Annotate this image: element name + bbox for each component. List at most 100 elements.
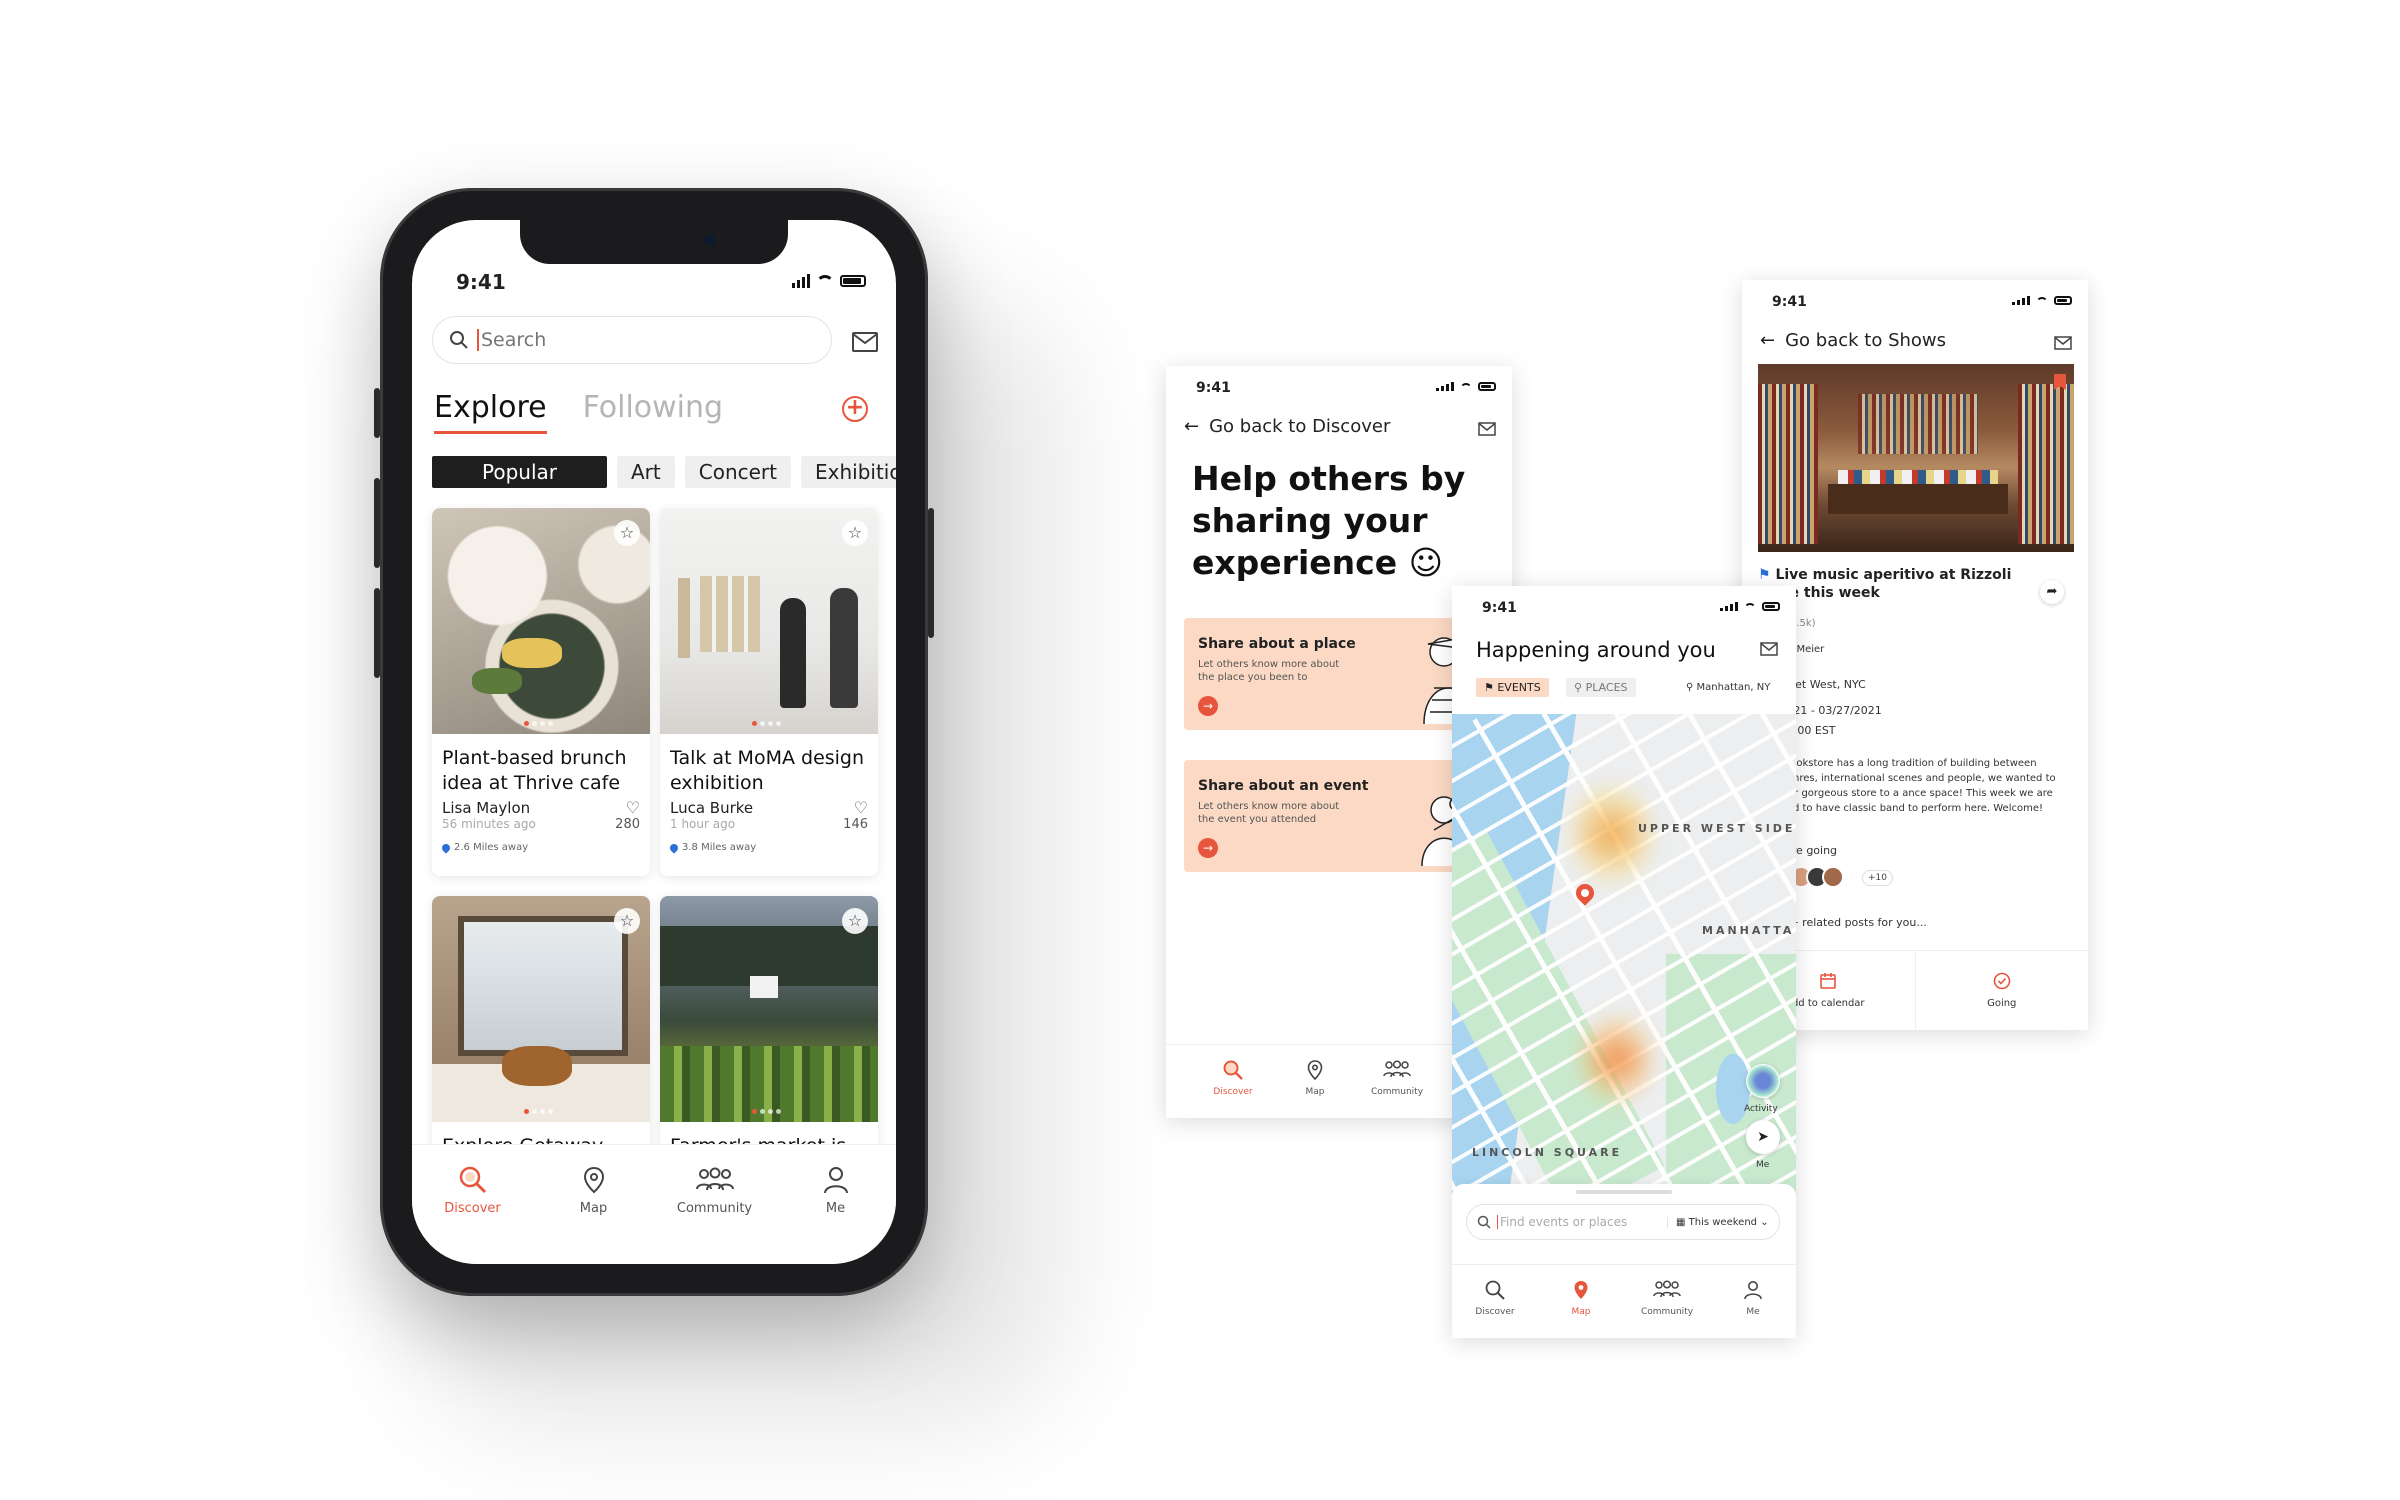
search-icon	[1477, 1215, 1491, 1229]
tab-label: Community	[676, 1201, 753, 1216]
visitor-shape	[780, 598, 806, 708]
avatar	[1822, 866, 1844, 888]
map-view[interactable]: UPPER WEST SIDE MANHATTA LINCOLN SQUARE …	[1452, 714, 1796, 1196]
date-filter-dropdown[interactable]: ▦ This weekend ⌄	[1667, 1216, 1769, 1228]
action-label: Going	[1987, 998, 2017, 1009]
post-title: Talk at MoMA design exhibition	[670, 747, 865, 794]
post-card[interactable]: ☆ Plant-based brunch idea at Thrive cafe…	[432, 508, 650, 876]
mail-icon[interactable]	[1478, 422, 1496, 436]
activity-layer-button[interactable]	[1746, 1064, 1780, 1098]
mute-switch	[374, 388, 380, 438]
tab-label: Discover	[1475, 1307, 1515, 1317]
tab-discover[interactable]: Discover	[1452, 1279, 1538, 1338]
filter-events[interactable]: ⚑ EVENTS	[1476, 678, 1549, 697]
status-time: 9:41	[1196, 380, 1231, 396]
chip-concert[interactable]: Concert	[684, 456, 791, 488]
feed-tabs: Explore Following	[434, 390, 723, 434]
heart-icon[interactable]: ♡	[854, 798, 868, 817]
tab-map[interactable]: Map	[1274, 1059, 1356, 1118]
map-label-lincoln-square: LINCOLN SQUARE	[1472, 1146, 1623, 1159]
post-image-farmers-market: ☆	[660, 896, 878, 1122]
sign-shape	[750, 976, 778, 998]
post-title: Plant-based brunch idea at Thrive cafe	[442, 747, 627, 794]
chevron-down-icon: ⌄	[1757, 1216, 1769, 1228]
battery-icon	[840, 275, 866, 287]
search-bar[interactable]	[432, 316, 832, 364]
back-link[interactable]: ← Go back to Discover	[1184, 416, 1390, 437]
tab-community[interactable]: Community	[670, 1165, 760, 1264]
post-author: Lisa Maylon	[442, 798, 531, 817]
star-icon[interactable]: ☆	[614, 520, 640, 546]
power-button	[928, 508, 934, 638]
location-pin-icon	[668, 841, 680, 854]
discover-screen: 9:41 Explore Following + Popular Art Con…	[412, 220, 896, 1264]
tab-map[interactable]: Map	[549, 1165, 639, 1264]
locate-me-button[interactable]: ➤	[1746, 1120, 1780, 1154]
share-card-description: Let others know more about the place you…	[1198, 659, 1340, 683]
tab-community[interactable]: Community	[1624, 1279, 1710, 1338]
like-count: 280	[615, 817, 640, 832]
heart-icon[interactable]: ♡	[626, 798, 640, 817]
map-pin-icon	[583, 1166, 604, 1194]
search-sheet: Find events or places ▦ This weekend ⌄	[1452, 1184, 1796, 1264]
location-label[interactable]: ⚲ Manhattan, NY	[1686, 682, 1770, 693]
search-icon	[450, 331, 468, 349]
going-button[interactable]: Going	[1914, 951, 2089, 1030]
egg-shape	[502, 638, 562, 668]
map-search-input[interactable]: Find events or places	[1497, 1215, 1667, 1229]
post-card[interactable]: ☆ Talk at MoMA design exhibition Luca Bu…	[660, 508, 878, 876]
star-icon[interactable]: ☆	[614, 908, 640, 934]
tab-label: Community	[1370, 1087, 1424, 1097]
arrow-right-icon[interactable]: →	[1198, 696, 1218, 716]
map-search-bar[interactable]: Find events or places ▦ This weekend ⌄	[1466, 1204, 1780, 1240]
signal-icon	[792, 274, 810, 288]
action-label: dd to calendar	[1791, 998, 1865, 1009]
tab-me[interactable]: Me	[791, 1165, 881, 1264]
tab-me[interactable]: Me	[1710, 1279, 1796, 1338]
event-description: zzoli Bookstore has a long tradition of …	[1758, 758, 2056, 814]
tab-following[interactable]: Following	[583, 390, 724, 425]
tab-discover[interactable]: Discover	[428, 1165, 518, 1264]
camera	[704, 234, 716, 246]
add-post-icon[interactable]: +	[842, 396, 868, 422]
chip-popular[interactable]: Popular	[432, 456, 607, 488]
mail-icon[interactable]	[1760, 642, 1778, 656]
back-link[interactable]: ← Go back to Shows	[1760, 330, 1946, 351]
bottom-tab-bar: Discover Map Community Me	[1452, 1264, 1796, 1338]
tab-discover[interactable]: Discover	[1192, 1059, 1274, 1118]
window-shape	[458, 916, 628, 1056]
sheet-handle[interactable]	[1576, 1190, 1672, 1194]
tab-community[interactable]: Community	[1356, 1059, 1438, 1118]
tab-map[interactable]: Map	[1538, 1279, 1624, 1338]
star-icon[interactable]: ☆	[842, 520, 868, 546]
page-title: Happening around you	[1476, 638, 1716, 662]
post-image-brunch: ☆	[432, 508, 650, 734]
search-input[interactable]	[481, 329, 781, 351]
arrow-left-icon: ←	[1184, 416, 1200, 437]
wifi-icon	[816, 275, 834, 287]
chip-exhibition[interactable]: Exhibitic	[801, 456, 896, 488]
battery-icon	[1762, 602, 1780, 611]
tab-explore[interactable]: Explore	[434, 390, 547, 434]
share-icon[interactable]: ➦	[2040, 580, 2064, 604]
status-icons	[2012, 296, 2072, 305]
arrow-right-icon[interactable]: →	[1198, 838, 1218, 858]
chip-art[interactable]: Art	[617, 456, 675, 488]
carousel-dots	[752, 1109, 781, 1114]
user-icon	[1744, 1281, 1762, 1300]
filter-places[interactable]: ⚲ PLACES	[1566, 678, 1636, 697]
search-icon	[1223, 1060, 1243, 1080]
mail-icon[interactable]	[852, 332, 878, 352]
greens-shape	[472, 668, 522, 694]
iphone-mockup: 9:41 Explore Following + Popular Art Con…	[374, 188, 934, 1296]
share-card-title: Share about an event	[1198, 778, 1369, 794]
search-icon	[459, 1166, 486, 1194]
mail-icon[interactable]	[2054, 336, 2072, 350]
frames-shape	[700, 576, 760, 652]
status-icons	[792, 274, 866, 288]
share-card-title: Share about a place	[1198, 636, 1356, 652]
star-icon[interactable]: ☆	[842, 908, 868, 934]
frame-shape	[678, 578, 690, 658]
calendar-icon: ▦	[1676, 1216, 1689, 1228]
event-title: ⚑ Live music aperitivo at Rizzoli store …	[1758, 567, 2012, 601]
